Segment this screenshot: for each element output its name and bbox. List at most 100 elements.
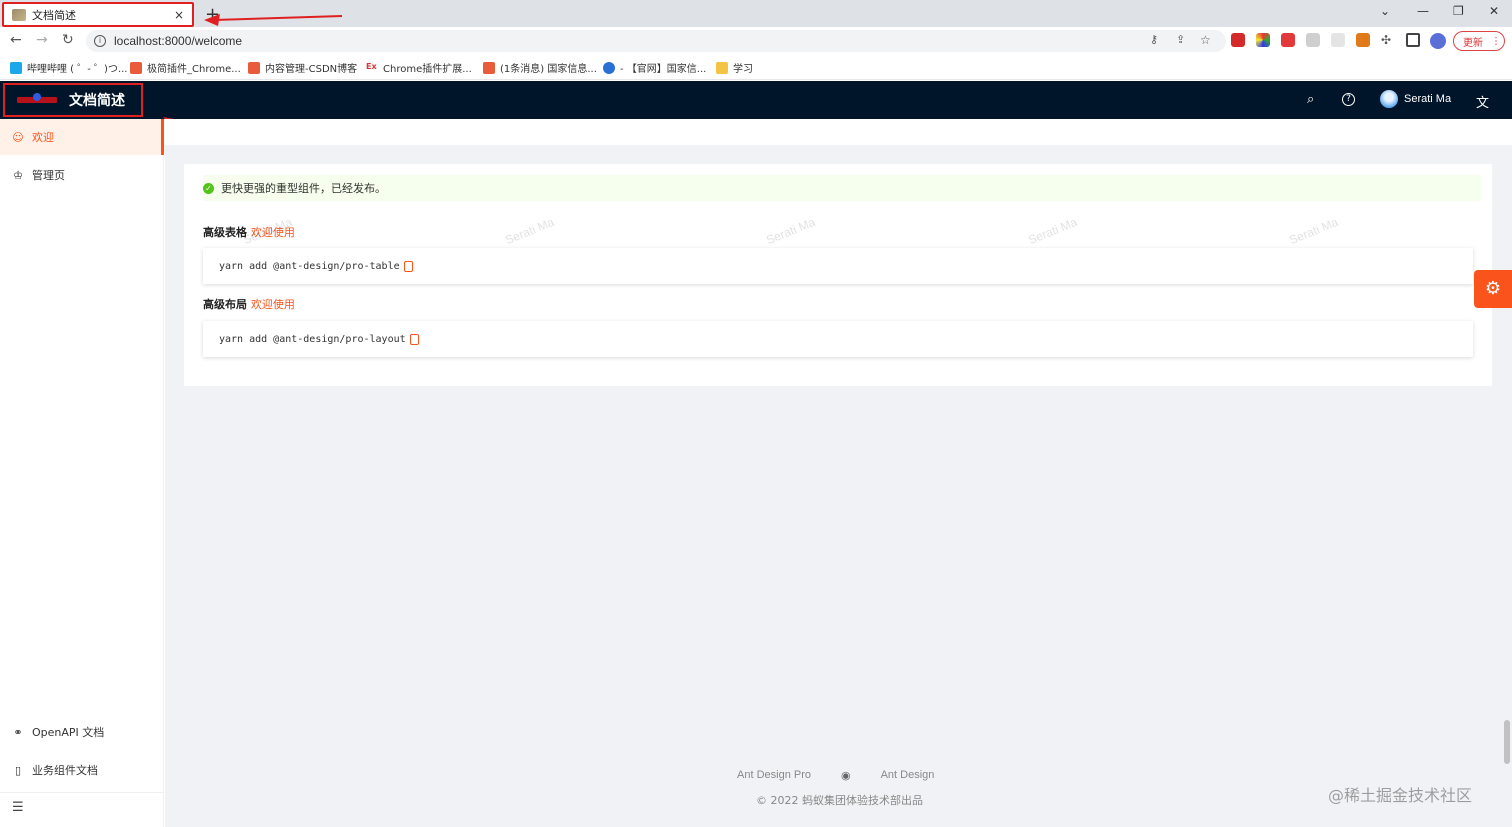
github-icon[interactable]: ◉ [841, 769, 851, 782]
csdn-icon [483, 61, 495, 74]
ex-icon: Ex [366, 61, 378, 74]
user-name[interactable]: Serati Ma [1404, 93, 1451, 105]
sidebar-item-admin[interactable]: ♔ 管理页 [0, 157, 164, 193]
footer-copyright: © 2022 蚂蚁集团体验技术部出品 [756, 794, 923, 807]
copy-icon[interactable] [409, 333, 419, 345]
bookmark-label: 极简插件_Chrome... [147, 64, 241, 75]
watermark-text: Serati Ma [241, 214, 295, 248]
watermark-text: Serati Ma [503, 214, 557, 248]
bookmarks-bar: 哔哩哔哩 ( ゜- ゜)つ... 极简插件_Chrome... 内容管理-CSD… [0, 54, 1512, 80]
bookmark-item[interactable]: (1条消息) 国家信息... [483, 60, 597, 75]
tab-search-icon[interactable]: ⌄ [1380, 4, 1390, 18]
sidebar-divider [0, 792, 164, 793]
new-tab-button[interactable]: + [205, 4, 220, 25]
sidebar-item-label: 欢迎 [32, 131, 54, 144]
rainbow-icon [130, 61, 142, 74]
footer-link-ant-design[interactable]: Ant Design [881, 769, 935, 782]
share-icon[interactable]: ⇪ [1176, 33, 1190, 47]
extension-red-icon[interactable] [1231, 33, 1245, 47]
alert-message: 更快更强的重型组件，已经发布。 [221, 182, 386, 195]
tab-close-icon[interactable]: × [174, 8, 184, 22]
code-block-pro-table: yarn add @ant-design/pro-table [203, 248, 1473, 284]
update-label: 更新 [1463, 37, 1483, 49]
address-bar: ← → ↻ i localhost:8000/welcome ⚷ ⇪ ☆ ✣ 更… [0, 27, 1512, 54]
bookmark-star-icon[interactable]: ☆ [1200, 33, 1214, 47]
section-title-text: 高级表格 [203, 226, 247, 239]
csdn-icon [248, 61, 260, 74]
bilibili-icon [10, 61, 22, 74]
watermark-text: Serati Ma [1287, 214, 1341, 248]
copy-icon[interactable] [403, 260, 413, 272]
side-panel-icon[interactable] [1406, 33, 1420, 47]
tab-favicon-icon [12, 8, 26, 21]
bookmark-label: 哔哩哔哩 ( ゜- ゜)つ... [27, 64, 128, 75]
code-text: yarn add @ant-design/pro-layout [219, 333, 406, 345]
code-block-pro-layout: yarn add @ant-design/pro-layout [203, 321, 1473, 357]
app-title: 文档简述 [69, 93, 125, 109]
bookmark-item[interactable]: Ex Chrome插件扩展... [366, 60, 472, 75]
minimize-icon[interactable]: — [1417, 4, 1429, 18]
watermark-text: Serati Ma [764, 214, 818, 248]
bookmark-folder[interactable]: 学习 [716, 60, 753, 75]
section-title-text: 高级布局 [203, 298, 247, 311]
bookmark-item[interactable]: 哔哩哔哩 ( ゜- ゜)つ... [10, 60, 127, 75]
folder-icon [716, 61, 728, 74]
help-icon[interactable]: ? [1342, 93, 1355, 106]
restore-icon[interactable]: ❐ [1453, 4, 1464, 18]
sidebar-item-label: 业务组件文档 [32, 764, 98, 777]
logo-icon [17, 93, 57, 107]
bookmark-label: - 【官网】国家信... [620, 64, 707, 75]
sidebar-item-welcome[interactable]: ☺ 欢迎 [0, 119, 164, 155]
url-field[interactable]: i localhost:8000/welcome [86, 30, 1226, 52]
main-content: ✓ 更快更强的重型组件，已经发布。 高级表格 欢迎使用 yarn add @an… [165, 119, 1512, 827]
footer-link-ant-design-pro[interactable]: Ant Design Pro [737, 769, 811, 782]
footer-links: Ant Design Pro ◉ Ant Design [737, 769, 934, 782]
key-icon[interactable]: ⚷ [1150, 33, 1164, 47]
profile-avatar-icon[interactable] [1430, 33, 1446, 49]
welcome-link[interactable]: 欢迎使用 [251, 298, 295, 311]
reload-icon[interactable]: ↻ [62, 32, 74, 48]
page-header-strip [165, 119, 1512, 145]
welcome-card: ✓ 更快更强的重型组件，已经发布。 高级表格 欢迎使用 yarn add @an… [184, 164, 1492, 386]
extension-filter-icon[interactable] [1306, 33, 1320, 47]
search-icon[interactable]: ⌕ [1307, 92, 1314, 107]
extension-color-icon[interactable] [1256, 33, 1270, 47]
crown-icon: ♔ [13, 168, 23, 182]
link-icon: ⚭ [13, 725, 23, 739]
bookmark-item[interactable]: 内容管理-CSDN博客 [248, 60, 357, 75]
user-avatar[interactable] [1380, 90, 1398, 108]
success-alert: ✓ 更快更强的重型组件，已经发布。 [203, 175, 1481, 201]
extensions-puzzle-icon[interactable]: ✣ [1381, 33, 1395, 47]
sidebar-item-openapi[interactable]: ⚭ OpenAPI 文档 [0, 714, 164, 750]
juejin-watermark: @稀土掘金技术社区 [1328, 786, 1473, 805]
extension-gray-icon[interactable] [1331, 33, 1345, 47]
app-header: 文档简述 ⌕ ? Serati Ma 文 [0, 81, 1512, 119]
settings-drawer-button[interactable]: ⚙ [1474, 270, 1512, 308]
tab-title: 文档简述 [32, 8, 76, 22]
sidebar-item-components-docs[interactable]: ▯ 业务组件文档 [0, 752, 164, 788]
menu-collapse-icon[interactable]: ☰ [12, 800, 24, 815]
extension-fe-icon[interactable] [1281, 33, 1295, 47]
browser-tab[interactable]: 文档简述 × [2, 2, 194, 27]
sidebar-item-label: OpenAPI 文档 [32, 726, 105, 739]
forward-icon[interactable]: → [36, 32, 48, 48]
language-translate-icon[interactable]: 文 [1476, 92, 1489, 111]
smile-icon: ☺ [12, 130, 24, 144]
window-close-icon[interactable]: ✕ [1489, 4, 1499, 18]
section-title-pro-layout: 高级布局 欢迎使用 [203, 296, 295, 312]
url-text: localhost:8000/welcome [114, 34, 243, 48]
scrollbar-thumb[interactable] [1504, 720, 1510, 764]
sidebar: ☺ 欢迎 ♔ 管理页 ⚭ OpenAPI 文档 ▯ 业务组件文档 ☰ [0, 119, 164, 827]
extension-orange-icon[interactable] [1356, 33, 1370, 47]
back-icon[interactable]: ← [10, 32, 22, 48]
update-button[interactable]: 更新 ⋮ [1453, 31, 1505, 51]
more-menu-icon: ⋮ [1491, 35, 1501, 47]
logo-link[interactable]: 文档简述 [3, 83, 143, 117]
check-circle-icon: ✓ [203, 182, 214, 194]
code-text: yarn add @ant-design/pro-table [219, 260, 400, 272]
site-info-icon[interactable]: i [94, 35, 106, 47]
bookmark-item[interactable]: - 【官网】国家信... [603, 60, 706, 75]
bookmark-label: 内容管理-CSDN博客 [265, 64, 358, 75]
book-icon: ▯ [14, 763, 22, 777]
bookmark-item[interactable]: 极简插件_Chrome... [130, 60, 241, 75]
